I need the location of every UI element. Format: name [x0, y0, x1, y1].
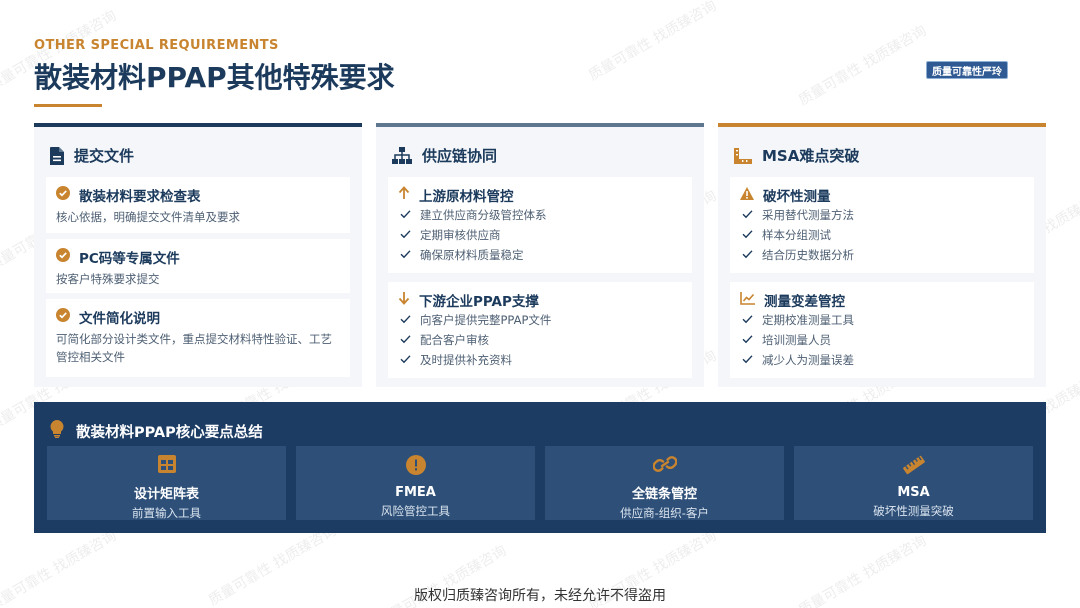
check-icon: [742, 313, 753, 327]
summary-header: 散装材料PPAP核心要点总结: [50, 420, 263, 442]
list-item: 定期校准测量工具: [740, 310, 1024, 330]
copyright-footer: 版权归质臻咨询所有，未经允许不得盗用: [414, 588, 666, 604]
network-icon: [392, 146, 412, 165]
document-icon: [50, 146, 64, 165]
tile-title: MSA: [897, 485, 930, 500]
list-item: 减少人为测量误差: [740, 350, 1024, 370]
section-variation: 测量变差管控 定期校准测量工具 培训测量人员 减少人为测量误差: [730, 282, 1034, 378]
list-item-text: 定期审核供应商: [420, 228, 501, 242]
list-item-text: 培训测量人员: [762, 333, 831, 347]
check-icon: [400, 208, 411, 222]
section-title: 散装材料要求检查表: [79, 189, 201, 205]
ruler-combined-icon: [734, 147, 752, 164]
check-circle-icon: [56, 248, 70, 266]
title-underline: [34, 104, 102, 107]
watermark: 质量可靠性 找质臻咨询: [796, 22, 930, 109]
section-title: 文件简化说明: [79, 311, 160, 327]
card-header: MSA难点突破: [734, 145, 859, 166]
section-title: 上游原材料管控: [419, 189, 514, 205]
section-upstream: 上游原材料管控 建立供应商分级管控体系 定期审核供应商 确保原材料质量稳定: [388, 177, 692, 273]
card-title: 供应链协同: [422, 147, 498, 165]
check-icon: [742, 353, 753, 367]
summary-title: 散装材料PPAP核心要点总结: [76, 424, 263, 441]
list-item-text: 采用替代测量方法: [762, 208, 854, 222]
list-item: 采用替代测量方法: [740, 205, 1024, 225]
list-item-text: 建立供应商分级管控体系: [420, 208, 547, 222]
link-icon: [651, 455, 678, 477]
section-pc-code: PC码等专属文件 按客户特殊要求提交: [46, 239, 350, 293]
check-icon: [742, 248, 753, 262]
tile-desc: 风险管控工具: [381, 504, 450, 518]
eyebrow-label: OTHER SPECIAL REQUIREMENTS: [34, 38, 279, 53]
card-supply-chain: 供应链协同 上游原材料管控 建立供应商分级管控体系 定期审核供应商 确保原材料质…: [376, 123, 704, 387]
page-title: 散装材料PPAP其他特殊要求: [34, 61, 395, 94]
summary-tile-design-matrix: 设计矩阵表 前置输入工具: [47, 446, 286, 520]
check-icon: [742, 208, 753, 222]
list-item-text: 向客户提供完整PPAP文件: [420, 313, 552, 327]
summary-tile-full-chain: 全链条管控 供应商-组织-客户: [545, 446, 784, 520]
card-title: MSA难点突破: [762, 147, 860, 165]
check-icon: [742, 333, 753, 347]
section-downstream: 下游企业PPAP支撑 向客户提供完整PPAP文件 配合客户审核 及时提供补充资料: [388, 282, 692, 378]
section-desc: 按客户特殊要求提交: [56, 272, 160, 286]
brand-badge: 质量可靠性严玲: [926, 61, 1008, 79]
list-item: 样本分组测试: [740, 225, 1024, 245]
list-item: 建立供应商分级管控体系: [398, 205, 682, 225]
tile-desc: 供应商-组织-客户: [620, 506, 709, 520]
table-icon: [157, 455, 176, 477]
section-desc: 核心依据，明确提交文件清单及要求: [56, 210, 240, 224]
list-item: 及时提供补充资料: [398, 350, 682, 370]
tile-desc: 破坏性测量突破: [873, 504, 954, 518]
ruler-icon: [902, 455, 926, 479]
list-item: 结合历史数据分析: [740, 245, 1024, 265]
lightbulb-icon: [50, 420, 64, 442]
section-checklist: 散装材料要求检查表 核心依据，明确提交文件清单及要求: [46, 177, 350, 233]
check-icon: [400, 313, 411, 327]
section-title: 破坏性测量: [763, 189, 831, 205]
watermark: 质量可靠性 找质臻咨询: [586, 0, 720, 84]
arrow-up-icon: [398, 186, 410, 204]
check-circle-icon: [56, 308, 70, 326]
list-item: 确保原材料质量稳定: [398, 245, 682, 265]
check-circle-icon: [56, 186, 70, 204]
card-header: 提交文件: [50, 145, 134, 166]
list-item: 向客户提供完整PPAP文件: [398, 310, 682, 330]
check-icon: [400, 353, 411, 367]
section-destructive: 破坏性测量 采用替代测量方法 样本分组测试 结合历史数据分析: [730, 177, 1034, 273]
check-icon: [400, 228, 411, 242]
card-header: 供应链协同: [392, 145, 497, 166]
list-item-text: 及时提供补充资料: [420, 353, 512, 367]
summary-tile-msa: MSA 破坏性测量突破: [794, 446, 1033, 520]
section-title: PC码等专属文件: [79, 251, 180, 267]
list-item-text: 样本分组测试: [762, 228, 831, 242]
check-icon: [400, 248, 411, 262]
tile-title: 设计矩阵表: [133, 487, 199, 502]
list-item-text: 减少人为测量误差: [762, 353, 854, 367]
summary-tile-fmea: FMEA 风险管控工具: [296, 446, 535, 520]
arrow-down-icon: [398, 291, 410, 309]
list-item: 定期审核供应商: [398, 225, 682, 245]
tile-desc: 前置输入工具: [132, 506, 201, 520]
card-msa: MSA难点突破 破坏性测量 采用替代测量方法 样本分组测试 结合历史数据分析 测…: [718, 123, 1046, 387]
list-item-text: 配合客户审核: [420, 333, 489, 347]
list-item-text: 结合历史数据分析: [762, 248, 854, 262]
warning-icon: [740, 186, 754, 204]
tile-title: FMEA: [395, 485, 436, 500]
tile-title: 全链条管控: [631, 487, 697, 502]
card-submission-files: 提交文件 散装材料要求检查表 核心依据，明确提交文件清单及要求 PC码等专属文件…: [34, 123, 362, 387]
section-title: 测量变差管控: [764, 294, 845, 310]
section-simplification: 文件简化说明 可简化部分设计类文件，重点提交材料特性验证、工艺管控相关文件: [46, 299, 350, 377]
summary-panel: 散装材料PPAP核心要点总结 设计矩阵表 前置输入工具 FMEA 风险管控工具 …: [34, 402, 1046, 533]
check-icon: [742, 228, 753, 242]
check-icon: [400, 333, 411, 347]
list-item-text: 定期校准测量工具: [762, 313, 854, 327]
list-item: 培训测量人员: [740, 330, 1024, 350]
section-desc: 可简化部分设计类文件，重点提交材料特性验证、工艺管控相关文件: [56, 332, 332, 364]
list-item-text: 确保原材料质量稳定: [420, 248, 524, 262]
section-title: 下游企业PPAP支撑: [419, 294, 539, 310]
list-item: 配合客户审核: [398, 330, 682, 350]
card-title: 提交文件: [74, 147, 135, 165]
line-chart-icon: [740, 291, 755, 309]
exclamation-circle-icon: [405, 455, 426, 479]
